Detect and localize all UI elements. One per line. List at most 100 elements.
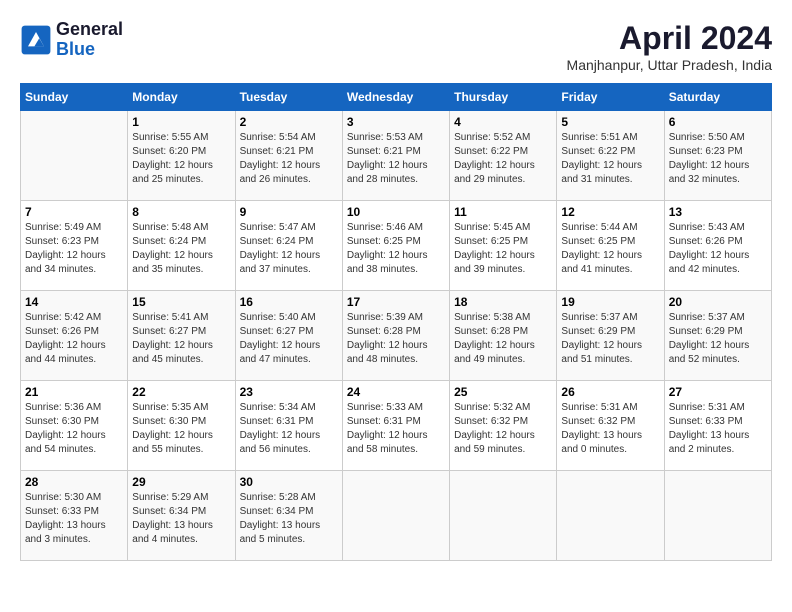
day-number: 24 (347, 385, 445, 399)
table-row: 10 Sunrise: 5:46 AMSunset: 6:25 PMDayligh… (342, 201, 449, 291)
table-row (664, 471, 771, 561)
day-number: 25 (454, 385, 552, 399)
table-row: 13 Sunrise: 5:43 AMSunset: 6:26 PMDayligh… (664, 201, 771, 291)
day-info: Sunrise: 5:54 AMSunset: 6:21 PMDaylight:… (240, 131, 338, 187)
calendar-week-row: 7Sunrise: 5:49 AMSunset: 6:23 PMDaylight… (21, 201, 772, 291)
table-row: 14 Sunrise: 5:42 AMSunset: 6:26 PMDayligh… (21, 291, 128, 381)
day-number: 10 (347, 205, 445, 219)
day-info: Sunrise: 5:47 AMSunset: 6:24 PMDaylight:… (240, 221, 338, 277)
page-header: General Blue April 2024 Manjhanpur, Utta… (20, 20, 772, 73)
day-info: Sunrise: 5:37 AMSunset: 6:29 PMDaylight:… (669, 311, 767, 367)
calendar-week-row: 21Sunrise: 5:36 AMSunset: 6:30 PMDayligh… (21, 381, 772, 471)
day-info: Sunrise: 5:31 AMSunset: 6:32 PMDaylight:… (561, 401, 659, 457)
table-row: 5Sunrise: 5:51 AMSunset: 6:22 PMDaylight… (557, 111, 664, 201)
logo-icon (20, 24, 52, 56)
logo: General Blue (20, 20, 123, 60)
table-row: 18Sunrise: 5:38 AMSunset: 6:28 PMDayligh… (450, 291, 557, 381)
header-thursday: Thursday (450, 84, 557, 111)
day-info: Sunrise: 5:44 AMSunset: 6:25 PMDaylight:… (561, 221, 659, 277)
header-tuesday: Tuesday (235, 84, 342, 111)
location: Manjhanpur, Uttar Pradesh, India (567, 57, 772, 73)
day-number: 29 (132, 475, 230, 489)
day-info: Sunrise: 5:46 AMSunset: 6:25 PMDaylight:… (347, 221, 445, 277)
day-number: 19 (561, 295, 659, 309)
day-number: 3 (347, 115, 445, 129)
day-number: 13 (669, 205, 767, 219)
day-number: 11 (454, 205, 552, 219)
calendar-week-row: 28 Sunrise: 5:30 AMSunset: 6:33 PMDayligh… (21, 471, 772, 561)
table-row: 16Sunrise: 5:40 AMSunset: 6:27 PMDayligh… (235, 291, 342, 381)
day-info: Sunrise: 5:50 AMSunset: 6:23 PMDaylight:… (669, 131, 767, 187)
logo-text: General Blue (56, 20, 123, 60)
table-row: 4 Sunrise: 5:52 AMSunset: 6:22 PMDaylight… (450, 111, 557, 201)
table-row: 23 Sunrise: 5:34 AMSunset: 6:31 PMDayligh… (235, 381, 342, 471)
table-row: 15 Sunrise: 5:41 AMSunset: 6:27 PMDayligh… (128, 291, 235, 381)
day-number: 26 (561, 385, 659, 399)
calendar-week-row: 14 Sunrise: 5:42 AMSunset: 6:26 PMDayligh… (21, 291, 772, 381)
table-row: 12Sunrise: 5:44 AMSunset: 6:25 PMDayligh… (557, 201, 664, 291)
day-number: 20 (669, 295, 767, 309)
day-info: Sunrise: 5:41 AMSunset: 6:27 PMDaylight:… (132, 311, 230, 367)
title-area: April 2024 Manjhanpur, Uttar Pradesh, In… (567, 20, 772, 73)
table-row (342, 471, 449, 561)
table-row: 19 Sunrise: 5:37 AMSunset: 6:29 PMDayligh… (557, 291, 664, 381)
day-info: Sunrise: 5:34 AMSunset: 6:31 PMDaylight:… (240, 401, 338, 457)
header-sunday: Sunday (21, 84, 128, 111)
table-row: 25 Sunrise: 5:32 AMSunset: 6:32 PMDayligh… (450, 381, 557, 471)
header-monday: Monday (128, 84, 235, 111)
day-info: Sunrise: 5:53 AMSunset: 6:21 PMDaylight:… (347, 131, 445, 187)
table-row: 7Sunrise: 5:49 AMSunset: 6:23 PMDaylight… (21, 201, 128, 291)
table-row: 27 Sunrise: 5:31 AMSunset: 6:33 PMDayligh… (664, 381, 771, 471)
day-number: 5 (561, 115, 659, 129)
day-info: Sunrise: 5:30 AMSunset: 6:33 PMDaylight:… (25, 491, 123, 547)
day-number: 22 (132, 385, 230, 399)
day-number: 8 (132, 205, 230, 219)
calendar-table: Sunday Monday Tuesday Wednesday Thursday… (20, 83, 772, 561)
weekday-header-row: Sunday Monday Tuesday Wednesday Thursday… (21, 84, 772, 111)
table-row: 22Sunrise: 5:35 AMSunset: 6:30 PMDayligh… (128, 381, 235, 471)
day-info: Sunrise: 5:40 AMSunset: 6:27 PMDaylight:… (240, 311, 338, 367)
day-number: 18 (454, 295, 552, 309)
day-info: Sunrise: 5:37 AMSunset: 6:29 PMDaylight:… (561, 311, 659, 367)
day-info: Sunrise: 5:39 AMSunset: 6:28 PMDaylight:… (347, 311, 445, 367)
day-info: Sunrise: 5:31 AMSunset: 6:33 PMDaylight:… (669, 401, 767, 457)
header-saturday: Saturday (664, 84, 771, 111)
day-number: 1 (132, 115, 230, 129)
day-info: Sunrise: 5:52 AMSunset: 6:22 PMDaylight:… (454, 131, 552, 187)
day-info: Sunrise: 5:43 AMSunset: 6:26 PMDaylight:… (669, 221, 767, 277)
table-row (450, 471, 557, 561)
day-number: 9 (240, 205, 338, 219)
table-row (557, 471, 664, 561)
table-row: 21Sunrise: 5:36 AMSunset: 6:30 PMDayligh… (21, 381, 128, 471)
day-info: Sunrise: 5:33 AMSunset: 6:31 PMDaylight:… (347, 401, 445, 457)
table-row: 28 Sunrise: 5:30 AMSunset: 6:33 PMDayligh… (21, 471, 128, 561)
table-row: 6 Sunrise: 5:50 AMSunset: 6:23 PMDaylight… (664, 111, 771, 201)
day-info: Sunrise: 5:42 AMSunset: 6:26 PMDaylight:… (25, 311, 123, 367)
day-number: 6 (669, 115, 767, 129)
day-info: Sunrise: 5:32 AMSunset: 6:32 PMDaylight:… (454, 401, 552, 457)
table-row (21, 111, 128, 201)
day-number: 23 (240, 385, 338, 399)
day-number: 30 (240, 475, 338, 489)
day-number: 28 (25, 475, 123, 489)
day-info: Sunrise: 5:48 AMSunset: 6:24 PMDaylight:… (132, 221, 230, 277)
header-wednesday: Wednesday (342, 84, 449, 111)
table-row: 30Sunrise: 5:28 AMSunset: 6:34 PMDayligh… (235, 471, 342, 561)
calendar-week-row: 1Sunrise: 5:55 AMSunset: 6:20 PMDaylight… (21, 111, 772, 201)
table-row: 2Sunrise: 5:54 AMSunset: 6:21 PMDaylight… (235, 111, 342, 201)
table-row: 29 Sunrise: 5:29 AMSunset: 6:34 PMDayligh… (128, 471, 235, 561)
day-info: Sunrise: 5:29 AMSunset: 6:34 PMDaylight:… (132, 491, 230, 547)
table-row: 9 Sunrise: 5:47 AMSunset: 6:24 PMDaylight… (235, 201, 342, 291)
day-number: 4 (454, 115, 552, 129)
table-row: 20 Sunrise: 5:37 AMSunset: 6:29 PMDayligh… (664, 291, 771, 381)
table-row: 26 Sunrise: 5:31 AMSunset: 6:32 PMDayligh… (557, 381, 664, 471)
month-title: April 2024 (567, 20, 772, 57)
table-row: 17 Sunrise: 5:39 AMSunset: 6:28 PMDayligh… (342, 291, 449, 381)
day-number: 27 (669, 385, 767, 399)
day-info: Sunrise: 5:49 AMSunset: 6:23 PMDaylight:… (25, 221, 123, 277)
table-row: 24 Sunrise: 5:33 AMSunset: 6:31 PMDayligh… (342, 381, 449, 471)
day-number: 15 (132, 295, 230, 309)
day-number: 17 (347, 295, 445, 309)
day-number: 14 (25, 295, 123, 309)
table-row: 11Sunrise: 5:45 AMSunset: 6:25 PMDayligh… (450, 201, 557, 291)
